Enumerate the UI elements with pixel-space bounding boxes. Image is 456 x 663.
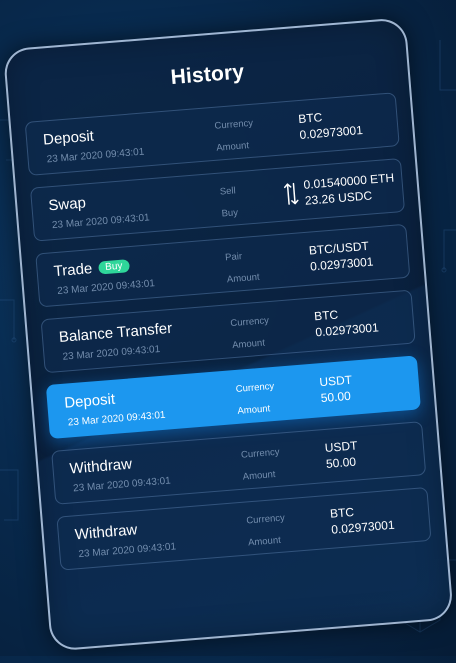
row-value-sell: 0.01540000 ETH [303, 170, 395, 192]
row-value-amount: 50.00 [320, 388, 352, 406]
row-label-currency: Currency [235, 380, 275, 395]
row-label-currency: Currency [240, 446, 280, 461]
row-value-amount: 0.02973001 [330, 517, 396, 537]
row-title: Swap [47, 194, 87, 215]
row-title-wrap: Trade Buy [53, 257, 130, 280]
history-card-container: History Deposit 23 Mar 2020 09:43:01 Cur… [0, 0, 456, 663]
row-value-currency: BTC [313, 307, 339, 324]
row-date: 23 Mar 2020 09:43:01 [67, 409, 166, 429]
row-date: 23 Mar 2020 09:43:01 [72, 475, 172, 495]
row-value-amount: 0.02973001 [314, 320, 380, 340]
swap-arrows-icon [283, 182, 299, 205]
row-value-amount: 0.02973001 [309, 254, 374, 274]
row-title: Deposit [63, 390, 116, 412]
row-label-amount: Amount [226, 271, 261, 286]
row-value-amount: 0.02973001 [299, 122, 364, 143]
row-label-currency: Currency [214, 117, 254, 132]
history-list: Deposit 23 Mar 2020 09:43:01 Currency Am… [24, 92, 433, 582]
row-label-sell: Sell [219, 185, 237, 198]
row-title: Withdraw [74, 521, 138, 544]
row-value-currency: BTC [297, 110, 323, 127]
row-value-currency: BTC [329, 504, 355, 521]
row-label-amount: Amount [242, 469, 276, 483]
row-title: Deposit [42, 127, 95, 149]
row-title: Trade [53, 260, 93, 281]
row-date: 23 Mar 2020 09:43:01 [78, 541, 177, 561]
row-label-amount: Amount [231, 337, 266, 352]
row-date: 23 Mar 2020 09:43:01 [46, 146, 145, 166]
row-title: Balance Transfer [58, 319, 173, 346]
row-date: 23 Mar 2020 09:43:01 [56, 278, 156, 297]
row-date: 23 Mar 2020 09:43:01 [62, 343, 161, 363]
row-label-amount: Amount [237, 403, 271, 417]
row-label-amount: Amount [247, 534, 282, 549]
history-panel: History Deposit 23 Mar 2020 09:43:01 Cur… [2, 17, 454, 652]
row-value-buy: 23.26 USDC [304, 188, 373, 208]
row-label-buy: Buy [221, 207, 239, 220]
row-value-currency: USDT [318, 372, 353, 390]
row-date: 23 Mar 2020 09:43:01 [51, 212, 151, 232]
row-label-currency: Currency [230, 315, 270, 330]
buy-badge: Buy [97, 259, 130, 275]
row-value-amount: 50.00 [325, 454, 357, 471]
history-title: History [169, 60, 246, 90]
row-label-amount: Amount [215, 140, 250, 154]
row-value-currency: USDT [324, 438, 358, 455]
row-title: Withdraw [68, 455, 133, 478]
row-label-currency: Currency [245, 512, 286, 527]
row-label-pair: Pair [224, 251, 243, 264]
